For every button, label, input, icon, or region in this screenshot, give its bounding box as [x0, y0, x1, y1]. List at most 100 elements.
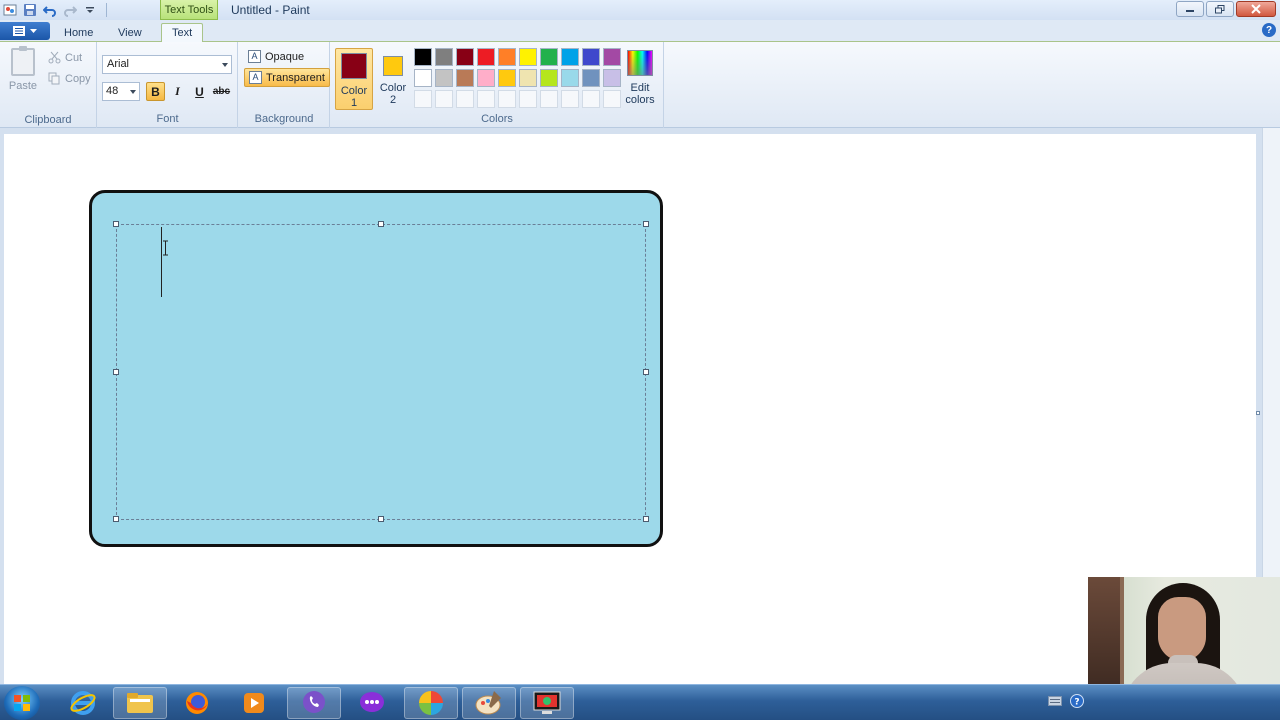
palette-swatch[interactable]: [561, 69, 579, 87]
taskbar-photo-app[interactable]: [404, 687, 458, 719]
paint-app-icon[interactable]: [2, 2, 18, 18]
color-2-button[interactable]: Color 2: [374, 48, 412, 110]
taskbar-internet-explorer[interactable]: [56, 687, 110, 719]
palette-swatch[interactable]: [456, 69, 474, 87]
palette-swatch[interactable]: [582, 69, 600, 87]
palette-swatch[interactable]: [519, 69, 537, 87]
taskbar: ?: [0, 684, 1280, 720]
save-icon[interactable]: [22, 2, 38, 18]
tab-text[interactable]: Text: [161, 23, 204, 43]
font-family-value: Arial: [107, 58, 130, 70]
media-player-icon: [244, 693, 264, 713]
palette-custom-slot[interactable]: [477, 90, 495, 108]
text-box-selection[interactable]: [116, 224, 646, 520]
clipboard-group: Paste Cut Copy Clipboard: [0, 42, 97, 128]
font-size-select[interactable]: 48: [102, 82, 140, 101]
italic-button[interactable]: I: [168, 82, 187, 101]
palette-swatch[interactable]: [561, 48, 579, 66]
scissors-icon: [48, 51, 61, 64]
palette-custom-slot[interactable]: [519, 90, 537, 108]
clipboard-group-label: Clipboard: [24, 114, 72, 126]
text-box-handle[interactable]: [113, 221, 119, 227]
palette-swatch[interactable]: [582, 48, 600, 66]
palette-custom-slot[interactable]: [582, 90, 600, 108]
palette-swatch[interactable]: [498, 69, 516, 87]
edit-colors-button[interactable]: Edit colors: [622, 50, 658, 106]
paint-menu-button[interactable]: [0, 22, 50, 40]
palette-swatch[interactable]: [414, 69, 432, 87]
color-spectrum-icon: [627, 50, 653, 76]
internet-explorer-icon: [70, 691, 96, 715]
webcam-person-face: [1158, 597, 1206, 661]
tab-home[interactable]: Home: [54, 23, 103, 42]
chevron-down-icon: [222, 63, 228, 67]
background-group-label: Background: [254, 113, 314, 125]
palette-custom-slot[interactable]: [414, 90, 432, 108]
copy-button[interactable]: Copy: [48, 72, 91, 85]
edit-colors-label: Edit colors: [625, 82, 655, 106]
font-group-label: Font: [156, 113, 179, 125]
palette-swatch[interactable]: [498, 48, 516, 66]
text-tools-context-tab: Text Tools: [160, 0, 218, 20]
taskbar-media-player[interactable]: [227, 687, 281, 719]
palette-swatch[interactable]: [477, 48, 495, 66]
redo-icon[interactable]: [62, 2, 78, 18]
close-icon: [1251, 4, 1261, 14]
start-button[interactable]: [4, 686, 40, 720]
taskbar-screen-recorder[interactable]: [520, 687, 574, 719]
font-family-select[interactable]: Arial: [102, 55, 232, 74]
palette-swatch[interactable]: [540, 69, 558, 87]
palette-swatch[interactable]: [435, 69, 453, 87]
palette-swatch[interactable]: [540, 48, 558, 66]
text-box-handle[interactable]: [643, 369, 649, 375]
restore-button[interactable]: [1206, 1, 1234, 17]
palette-custom-slot[interactable]: [498, 90, 516, 108]
palette-custom-slot[interactable]: [435, 90, 453, 108]
palette-custom-slot[interactable]: [561, 90, 579, 108]
close-button[interactable]: [1236, 1, 1276, 17]
taskbar-paint[interactable]: [462, 687, 516, 719]
palette-swatch[interactable]: [477, 69, 495, 87]
paste-label: Paste: [8, 80, 38, 92]
palette-custom-slot[interactable]: [540, 90, 558, 108]
title-bar: Text Tools Untitled - Paint: [0, 0, 1280, 20]
color-1-button[interactable]: Color 1: [335, 48, 373, 110]
palette-swatch[interactable]: [414, 48, 432, 66]
text-box-handle[interactable]: [643, 221, 649, 227]
paste-button[interactable]: Paste: [8, 46, 38, 92]
window-controls: [1176, 1, 1276, 17]
help-icon[interactable]: ?: [1070, 694, 1084, 708]
palette-custom-slot[interactable]: [456, 90, 474, 108]
palette-swatch[interactable]: [456, 48, 474, 66]
palette-swatch[interactable]: [519, 48, 537, 66]
minimize-button[interactable]: [1176, 1, 1204, 17]
text-box-handle[interactable]: [378, 516, 384, 522]
i-beam-cursor-icon: [163, 240, 168, 256]
customize-toolbar-icon[interactable]: [82, 2, 98, 18]
taskbar-firefox[interactable]: [170, 687, 224, 719]
text-caret: [161, 227, 162, 297]
taskbar-file-explorer[interactable]: [113, 687, 167, 719]
help-icon[interactable]: ?: [1262, 23, 1276, 37]
palette-swatch[interactable]: [603, 69, 621, 87]
taskbar-viber[interactable]: [287, 687, 341, 719]
tab-view[interactable]: View: [108, 23, 152, 42]
palette-custom-slot[interactable]: [603, 90, 621, 108]
taskbar-messenger[interactable]: [345, 687, 399, 719]
bold-button[interactable]: B: [146, 82, 165, 101]
palette-swatch[interactable]: [603, 48, 621, 66]
palette-swatch[interactable]: [435, 48, 453, 66]
cut-button[interactable]: Cut: [48, 51, 82, 64]
canvas-resize-handle[interactable]: [1256, 411, 1260, 415]
transparent-option[interactable]: A Transparent: [244, 68, 330, 87]
underline-button[interactable]: U: [190, 82, 209, 101]
text-box-handle[interactable]: [113, 516, 119, 522]
opaque-option[interactable]: A Opaque: [244, 47, 308, 66]
text-box-handle[interactable]: [643, 516, 649, 522]
text-box-handle[interactable]: [113, 369, 119, 375]
copy-icon: [48, 72, 60, 85]
text-box-handle[interactable]: [378, 221, 384, 227]
undo-icon[interactable]: [42, 2, 58, 18]
strikethrough-button[interactable]: abc: [212, 82, 231, 101]
keyboard-icon[interactable]: [1048, 696, 1062, 706]
